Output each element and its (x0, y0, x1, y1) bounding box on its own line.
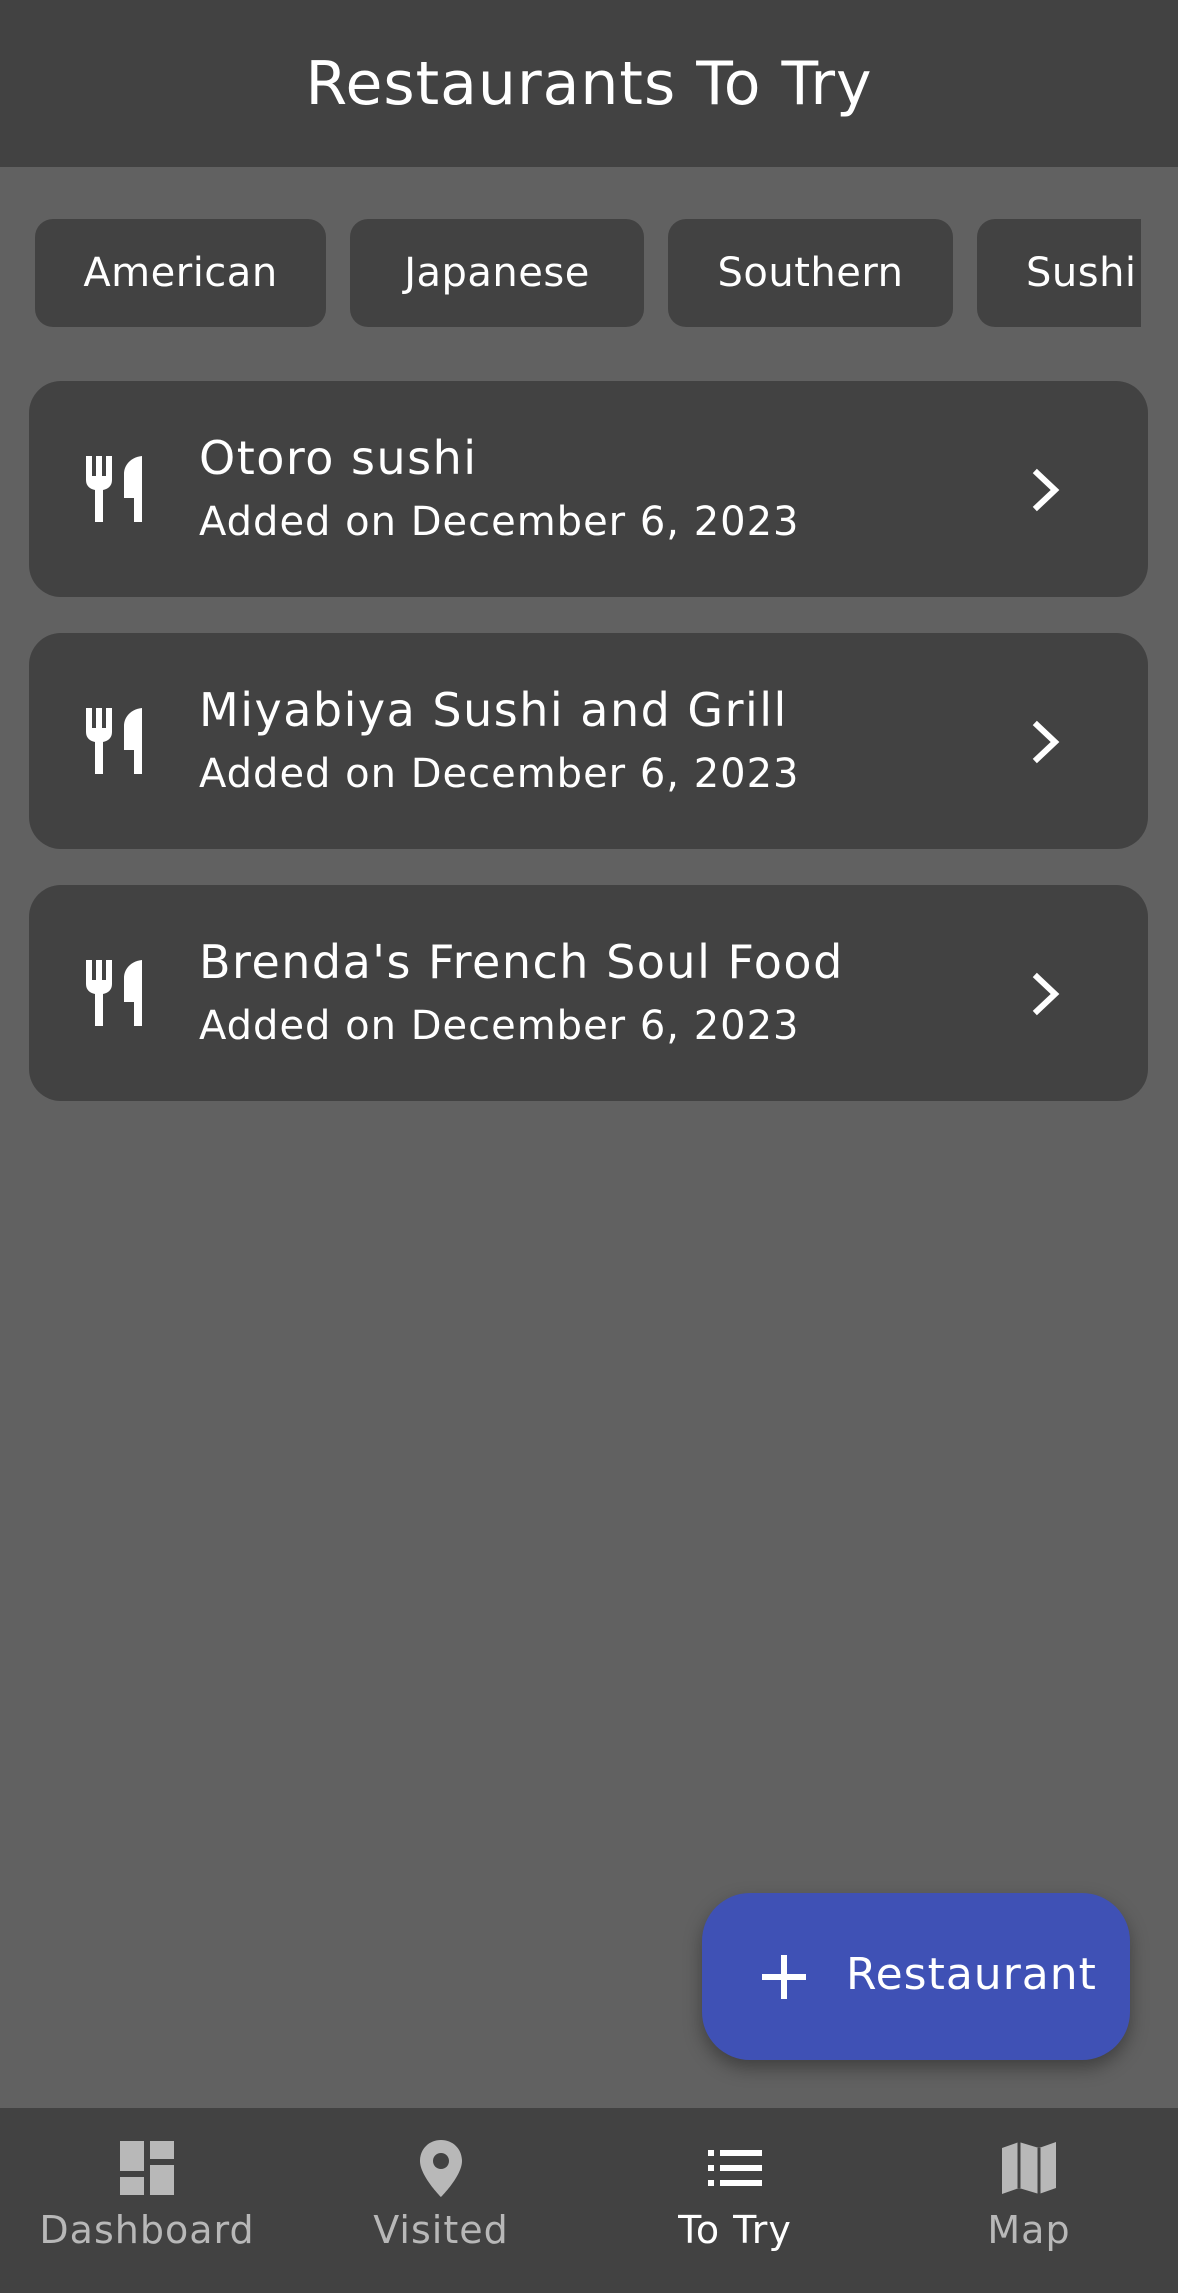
nav-item-dashboard[interactable]: Dashboard (0, 2108, 294, 2293)
location-pin-icon (420, 2140, 462, 2197)
restaurant-name: Miyabiya Sushi and Grill (199, 683, 788, 737)
list-icon (708, 2150, 762, 2186)
chevron-right-icon (1032, 468, 1060, 512)
nav-label: To Try (678, 2208, 792, 2252)
filter-chip-row[interactable]: American Japanese Southern Sushi (35, 219, 1141, 327)
plus-icon (762, 1955, 806, 1999)
bottom-navigation: Dashboard Visited To Try Map (0, 2108, 1178, 2293)
map-icon (1002, 2142, 1056, 2194)
restaurant-card[interactable]: Miyabiya Sushi and Grill Added on Decemb… (29, 633, 1148, 849)
restaurant-added-date: Added on December 6, 2023 (199, 1003, 800, 1049)
nav-item-map[interactable]: Map (882, 2108, 1176, 2293)
chevron-right-icon (1032, 720, 1060, 764)
restaurant-name: Otoro sushi (199, 431, 478, 485)
restaurant-icon (86, 708, 142, 774)
restaurant-icon (86, 456, 142, 522)
restaurant-name: Brenda's French Soul Food (199, 935, 844, 989)
filter-chip-southern[interactable]: Southern (668, 219, 953, 327)
restaurant-added-date: Added on December 6, 2023 (199, 751, 800, 797)
chevron-right-icon (1032, 972, 1060, 1016)
filter-chip-japanese[interactable]: Japanese (350, 219, 644, 327)
restaurant-icon (86, 960, 142, 1026)
nav-label: Dashboard (39, 2208, 255, 2252)
restaurant-card[interactable]: Otoro sushi Added on December 6, 2023 (29, 381, 1148, 597)
add-restaurant-label: Restaurant (846, 1949, 1097, 2000)
nav-label: Visited (373, 2208, 509, 2252)
restaurant-added-date: Added on December 6, 2023 (199, 499, 800, 545)
restaurant-card[interactable]: Brenda's French Soul Food Added on Decem… (29, 885, 1148, 1101)
nav-item-visited[interactable]: Visited (294, 2108, 588, 2293)
add-restaurant-button[interactable]: Restaurant (702, 1893, 1130, 2060)
page-title: Restaurants To Try (305, 48, 873, 119)
app-bar: Restaurants To Try (0, 0, 1178, 167)
dashboard-icon (120, 2141, 174, 2195)
nav-item-to-try[interactable]: To Try (588, 2108, 882, 2293)
filter-chip-sushi[interactable]: Sushi (977, 219, 1141, 327)
filter-chip-american[interactable]: American (35, 219, 326, 327)
nav-label: Map (987, 2208, 1071, 2252)
